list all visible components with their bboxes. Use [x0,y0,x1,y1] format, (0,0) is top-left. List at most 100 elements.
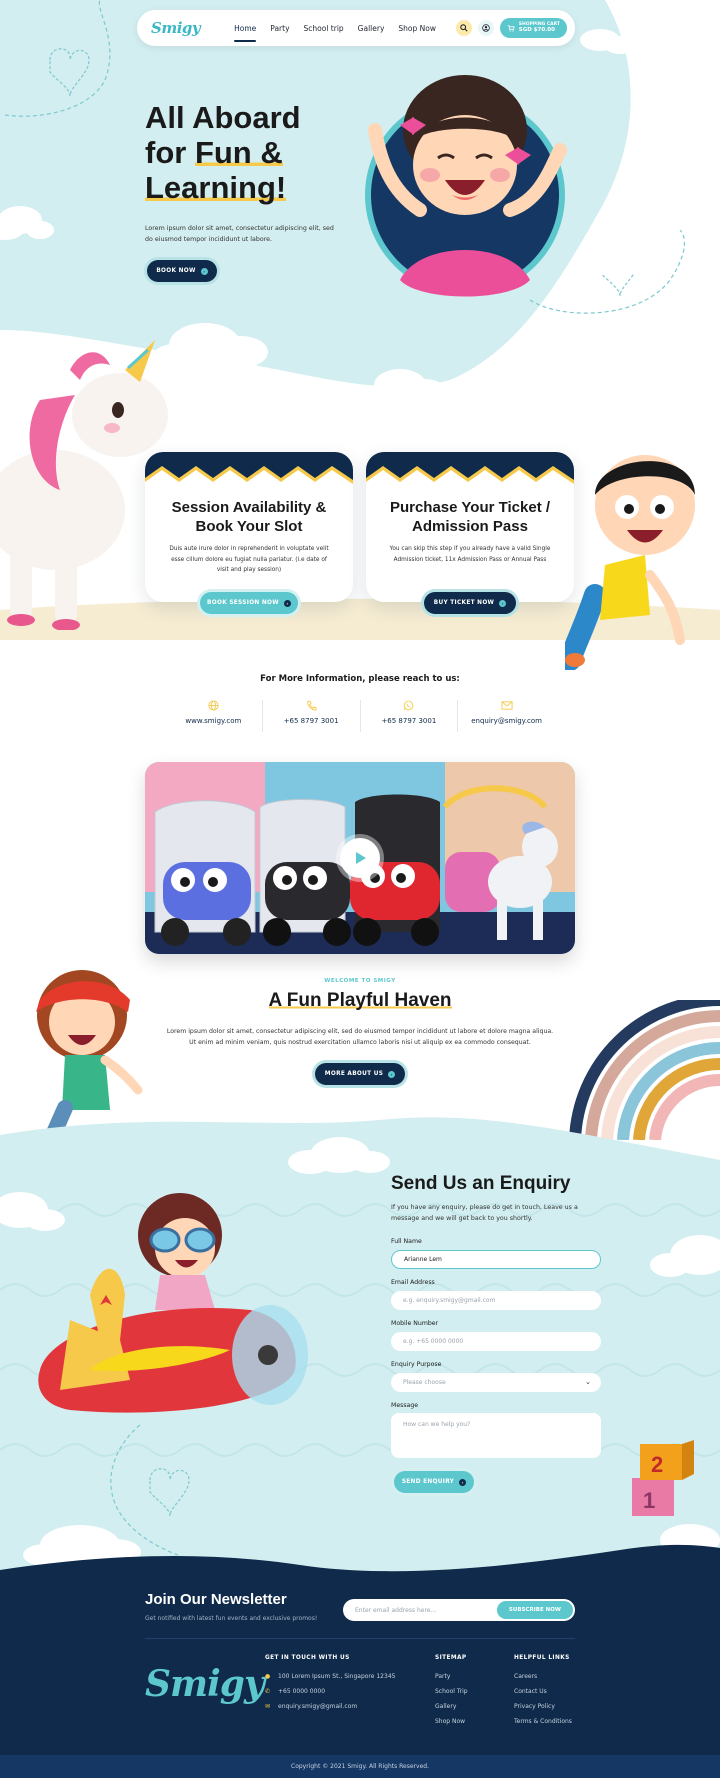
footer-link-terms[interactable]: Terms & Conditions [514,1718,572,1725]
nav-link-gallery[interactable]: Gallery [358,24,385,33]
hero-title-line-1: All Aboard [145,100,301,135]
footer-link-privacy-policy[interactable]: Privacy Policy [514,1703,555,1710]
footer-helpful-heading: HELPFUL LINKS [514,1655,570,1661]
subscribe-button[interactable]: SUBSCRIBE NOW [496,1601,573,1619]
footer-link-shop-now[interactable]: Shop Now [435,1718,465,1725]
newsletter-form: Enter email address here... SUBSCRIBE NO… [343,1599,575,1621]
toy-car-black [259,799,351,946]
card-text: Duis aute irure dolor in reprehenderit i… [169,546,329,573]
footer-email[interactable]: ✉ enquiry.smigy@gmail.com [265,1703,357,1710]
book-session-button[interactable]: BOOK SESSION NOW › [200,592,298,614]
about-kicker: WELCOME TO SMIGY [324,978,396,984]
hero-title-line-3: Learning! [145,170,287,205]
footer-email-text: enquiry.smigy@gmail.com [278,1703,358,1710]
hero-description: Lorem ipsum dolor sit amet, consectetur … [145,225,334,243]
globe-icon [208,700,219,711]
footer-sitemap-heading: SITEMAP [435,1655,467,1661]
info-value: enquiry@smigy.com [471,717,542,725]
message-textarea[interactable]: How can we help you? [391,1413,601,1458]
card-title: Purchase Your Ticket / Admission Pass [389,499,551,535]
buy-ticket-button[interactable]: BUY TICKET NOW › [424,592,516,614]
footer-logo[interactable]: Smigy [145,1663,265,1705]
footer-contact-heading: GET IN TOUCH WITH US [265,1655,350,1661]
about-text: Lorem ipsum dolor sit amet, consectetur … [166,1028,554,1046]
phone-icon: ✆ [265,1688,271,1695]
girl-illustration [365,75,567,297]
pin-icon: ● [265,1673,271,1680]
about-title: A Fun Playful Haven [0,990,720,1012]
about-title-text: A Fun Playful Haven [268,990,452,1011]
info-row: www.smigy.com +65 8797 3001 +65 8797 300… [165,700,555,732]
footer-address-text: 100 Lorem Ipsum St., Singapore 12345 [278,1673,396,1680]
footer-background [0,1544,720,1778]
arrow-icon: › [388,1070,396,1078]
mail-icon: ✉ [265,1703,271,1710]
footer-link-careers[interactable]: Careers [514,1673,537,1680]
svg-text:2: 2 [651,1452,663,1477]
full-name-input[interactable]: Arianne Lem [391,1250,601,1269]
footer-phone[interactable]: ✆ +65 0000 0000 [265,1688,325,1695]
user-icon[interactable] [477,20,494,36]
nav-link-shop-now[interactable]: Shop Now [398,24,436,33]
field-label-full-name: Full Name [391,1238,422,1245]
copyright-bar: Copyright © 2021 Smigy. All Rights Reser… [0,1755,720,1778]
card-zigzag-header [145,452,353,486]
chevron-down-icon: ⌄ [585,1378,591,1386]
info-value: www.smigy.com [185,717,242,725]
whatsapp-icon [404,700,414,711]
info-title: For More Information, please reach to us… [260,674,460,684]
footer-link-party[interactable]: Party [435,1673,450,1680]
search-icon[interactable] [455,20,472,36]
cart-icon [507,25,515,32]
purpose-select-value: Please choose [403,1379,446,1386]
field-label-purpose: Enquiry Purpose [391,1361,442,1368]
nav-icons: SHOPPING CART SGD $70.00 [455,18,567,38]
arrow-icon: › [459,1478,467,1486]
more-about-us-button[interactable]: MORE ABOUT US › [315,1063,405,1085]
footer-link-gallery[interactable]: Gallery [435,1703,456,1710]
send-enquiry-label: SEND ENQUIRY [401,1479,455,1485]
field-label-message: Message [391,1402,419,1409]
nav-link-party[interactable]: Party [270,24,289,33]
phone-icon [306,700,317,711]
newsletter-subtitle: Get notified with latest fun events and … [145,1615,318,1622]
send-enquiry-button[interactable]: SEND ENQUIRY › [394,1471,474,1493]
arrow-icon: › [499,599,507,607]
nav-links: Home Party School trip Gallery Shop Now [234,24,436,42]
nav-link-school-trip[interactable]: School trip [304,24,344,33]
play-button[interactable] [340,838,380,878]
hero-title-line-2a: for [145,135,195,170]
book-session-label: BOOK SESSION NOW [207,600,279,606]
play-icon [356,852,366,864]
footer-divider [145,1638,575,1639]
arrow-icon: › [200,267,208,275]
book-now-button[interactable]: BOOK NOW › [147,260,217,282]
mail-icon [501,701,513,710]
shopping-cart-button[interactable]: SHOPPING CART SGD $70.00 [499,18,567,38]
enquiry-title: Send Us an Enquiry [391,1173,571,1194]
nav-link-home[interactable]: Home [234,24,257,42]
email-input[interactable]: e.g. enquiry.smigy@gmail.com [391,1291,601,1310]
page: Smigy Home Party School trip Gallery Sho… [0,0,720,1778]
newsletter-email-input[interactable]: Enter email address here... [343,1607,497,1614]
footer-link-contact-us[interactable]: Contact Us [514,1688,547,1695]
buy-ticket-label: BUY TICKET NOW [433,600,495,606]
info-website[interactable]: www.smigy.com [165,700,263,732]
svg-text:1: 1 [643,1488,655,1513]
logo[interactable]: Smigy [151,19,201,37]
footer-link-school-trip[interactable]: School Trip [435,1688,468,1695]
info-phone[interactable]: +65 8797 3001 [263,700,361,732]
toy-blocks-illustration: 1 2 [632,1440,694,1516]
footer-address: ● 100 Lorem Ipsum St., Singapore 12345 [265,1673,395,1680]
toy-car-blue [154,800,256,946]
copyright-text: Copyright © 2021 Smigy. All Rights Reser… [291,1763,429,1770]
purpose-select[interactable]: Please choose ⌄ [391,1373,601,1392]
info-whatsapp[interactable]: +65 8797 3001 [361,700,459,732]
book-now-label: BOOK NOW [156,268,196,274]
field-label-mobile: Mobile Number [391,1320,439,1327]
info-value: +65 8797 3001 [283,717,339,725]
card-zigzag-header [366,452,574,486]
mobile-input[interactable]: e.g. +65 0000 0000 [391,1332,601,1351]
cart-amount: SGD $70.00 [518,26,555,33]
info-email[interactable]: enquiry@smigy.com [458,700,555,732]
